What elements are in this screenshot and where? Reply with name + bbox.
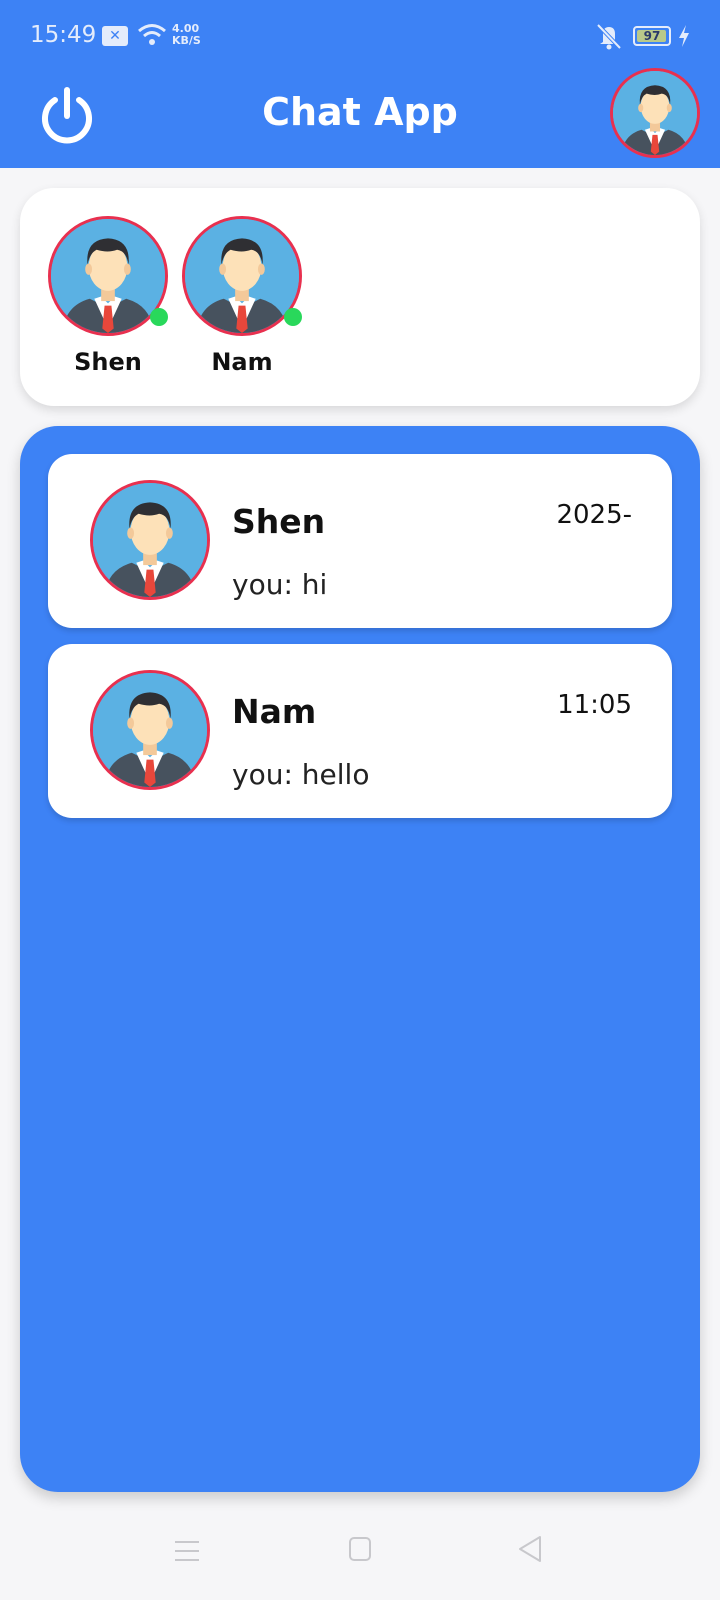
online-user-nam[interactable]: Nam (182, 216, 302, 376)
battery-level: 97 (643, 29, 661, 43)
wifi-icon (138, 24, 166, 45)
battery-icon: 97 (633, 26, 671, 46)
menu-icon[interactable] (174, 1538, 200, 1564)
chat-list: Shen 2025- you: hi Nam 11:05 you: hello (20, 426, 700, 1492)
app-header: Chat App (0, 68, 720, 168)
online-user-name: Nam (211, 348, 273, 376)
profile-avatar[interactable] (610, 68, 700, 158)
person-avatar-image (613, 71, 697, 155)
person-avatar-image (93, 483, 207, 597)
notification-icon: ✕ (102, 26, 128, 46)
chat-preview: you: hi (232, 568, 328, 601)
online-status-dot (284, 308, 302, 326)
chat-name: Nam (232, 692, 317, 731)
charging-icon (679, 25, 689, 47)
person-avatar-image (51, 219, 165, 333)
chat-list-item[interactable]: Nam 11:05 you: hello (48, 644, 672, 818)
chat-list-item[interactable]: Shen 2025- you: hi (48, 454, 672, 628)
mute-icon (596, 23, 622, 50)
online-user-name: Shen (74, 348, 142, 376)
chat-name: Shen (232, 502, 326, 541)
avatar (90, 670, 210, 790)
chat-time: 11:05 (557, 690, 632, 720)
online-users-card: Shen Nam (20, 188, 700, 406)
back-icon[interactable] (516, 1534, 544, 1564)
chat-time: 2025- (556, 500, 632, 530)
online-status-dot (150, 308, 168, 326)
home-icon[interactable] (348, 1536, 372, 1562)
avatar (90, 480, 210, 600)
status-bar: 15:49 ✕ 4.00 KB/S 97 (0, 0, 720, 72)
chat-preview: you: hello (232, 758, 370, 791)
network-speed-unit: KB/S (172, 34, 201, 47)
status-time: 15:49 (30, 22, 97, 48)
person-avatar-image (93, 673, 207, 787)
person-avatar-image (185, 219, 299, 333)
network-speed: 4.00 KB/S (172, 23, 201, 47)
online-user-shen[interactable]: Shen (48, 216, 168, 376)
system-nav-bar (0, 1512, 720, 1600)
